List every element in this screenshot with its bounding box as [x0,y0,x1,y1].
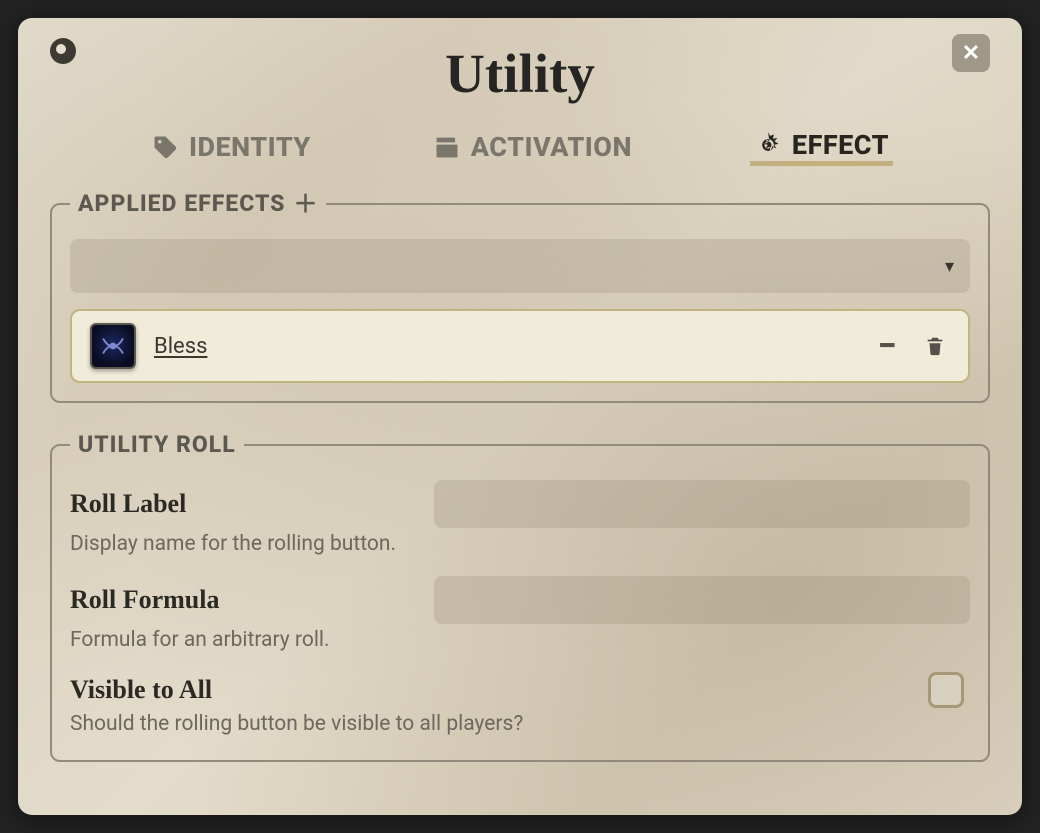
applied-effects-section: APPLIED EFFECTS ＋ ▾ Bless − [50,190,990,403]
visible-all-checkbox[interactable] [928,672,964,708]
tabs-bar: IDENTITY ACTIVATION EFFECT [90,127,950,166]
effect-row: Bless − [70,309,970,383]
tab-activation-label: ACTIVATION [471,131,632,163]
effect-select[interactable]: ▾ [70,239,970,293]
chevron-down-icon: ▾ [945,256,954,277]
clapper-icon [433,133,461,161]
roll-label-input[interactable] [434,480,970,528]
tab-identity-label: IDENTITY [189,131,311,163]
tag-icon [151,133,179,161]
visible-all-label: Visible to All [70,675,928,705]
visible-all-hint: Should the rolling button be visible to … [70,712,970,736]
roll-label-label: Roll Label [70,489,410,519]
sun-gear-icon [754,131,782,159]
tab-identity[interactable]: IDENTITY [147,129,315,165]
roll-label-hint: Display name for the rolling button. [70,532,970,556]
page-title: Utility [50,42,990,105]
roll-formula-hint: Formula for an arbitrary roll. [70,628,970,652]
disable-effect-button[interactable]: − [872,331,902,361]
delete-effect-button[interactable] [920,331,950,361]
bless-icon [98,331,128,361]
utility-roll-legend: UTILITY ROLL [70,431,244,458]
roll-formula-label: Roll Formula [70,585,410,615]
close-icon: ✕ [962,41,980,66]
applied-effects-legend: APPLIED EFFECTS ＋ [70,190,326,217]
utility-roll-section: UTILITY ROLL Roll Label Display name for… [50,431,990,762]
add-effect-button[interactable]: ＋ [293,192,318,216]
trash-icon [924,334,946,358]
utility-sheet-window: ✕ Utility IDENTITY ACTIVATION EFFECT APP… [18,18,1022,815]
effect-thumbnail[interactable] [90,323,136,369]
theme-toggle-icon[interactable] [50,38,76,64]
tab-activation[interactable]: ACTIVATION [429,129,636,165]
tab-effect[interactable]: EFFECT [750,127,893,166]
effect-name-link[interactable]: Bless [154,334,207,359]
tab-effect-label: EFFECT [792,129,889,161]
roll-formula-input[interactable] [434,576,970,624]
close-button[interactable]: ✕ [952,34,990,72]
applied-effects-legend-text: APPLIED EFFECTS [78,190,285,217]
